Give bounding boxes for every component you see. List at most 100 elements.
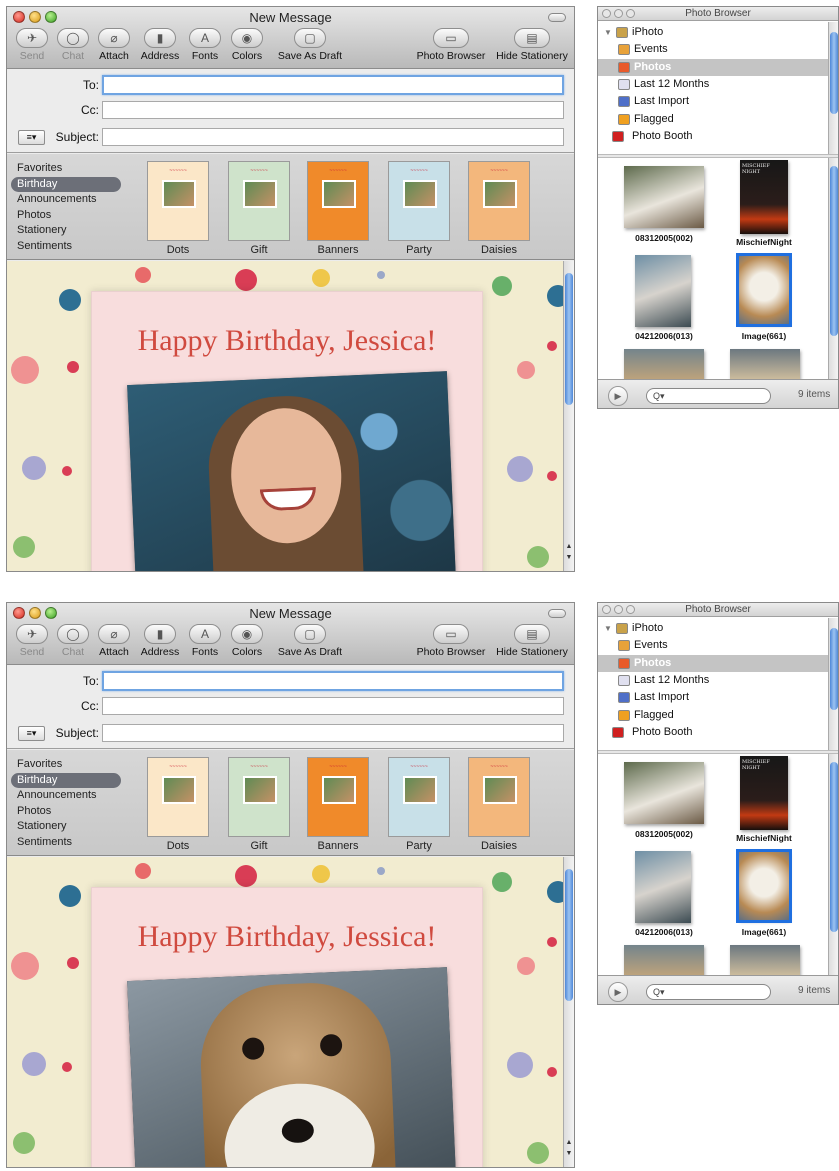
scroll-thumb[interactable]	[565, 869, 573, 1001]
photo-thumbnail[interactable]: MISCHIEF NIGHT	[740, 160, 788, 234]
stationery-template-daisies[interactable]: ~~~~~~	[468, 757, 530, 837]
scroll-thumb[interactable]	[830, 762, 838, 932]
cc-field[interactable]	[102, 697, 564, 715]
scroll-down-icon[interactable]: ▼	[564, 554, 574, 561]
photo-thumbnail[interactable]	[730, 349, 800, 383]
photo-thumbnail[interactable]	[736, 849, 792, 923]
card-photo[interactable]	[127, 967, 457, 1167]
zoom-icon[interactable]	[626, 9, 635, 18]
greeting-text[interactable]: Happy Birthday, Jessica!	[92, 324, 482, 358]
photo-thumbnail[interactable]	[736, 253, 792, 327]
source-item-photos[interactable]: Photos	[598, 654, 829, 672]
source-item-photos[interactable]: Photos	[598, 58, 829, 76]
stationery-category[interactable]: Photos	[11, 208, 121, 224]
toolbar-save-as-draft-button[interactable]: ▢ Save As Draft	[275, 28, 345, 62]
cc-field[interactable]	[102, 101, 564, 119]
title-bar[interactable]: New Message ✈ Send ◯ Chat ⌀ Attach ▮ Add…	[7, 603, 574, 665]
scroll-up-icon[interactable]: ▲	[564, 1139, 574, 1146]
toolbar-photo-browser-button[interactable]: ▭ Photo Browser	[417, 28, 485, 62]
stationery-category[interactable]: Stationery	[11, 223, 121, 239]
source-item-iphoto[interactable]: ▼ iPhoto	[598, 24, 829, 41]
body-scrollbar[interactable]: ▲ ▼	[563, 857, 574, 1167]
toolbar-fonts-button[interactable]: A Fonts	[189, 624, 221, 658]
stationery-category[interactable]: Favorites	[11, 757, 121, 773]
stationery-category[interactable]: Sentiments	[11, 239, 121, 255]
title-bar[interactable]: New Message ✈ Send ◯ Chat ⌀ Attach ▮ Add…	[7, 7, 574, 69]
source-item-photo-booth[interactable]: Photo Booth	[598, 724, 829, 741]
stationery-template-gift[interactable]: ~~~~~~	[228, 161, 290, 241]
source-item-events[interactable]: Events	[598, 41, 829, 58]
stationery-template-party[interactable]: ~~~~~~	[388, 757, 450, 837]
subject-field[interactable]	[102, 128, 564, 146]
source-item-iphoto[interactable]: ▼ iPhoto	[598, 620, 829, 637]
toolbar-address-button[interactable]: ▮ Address	[137, 624, 183, 658]
scroll-up-icon[interactable]: ▲	[564, 543, 574, 550]
toolbar-toggle-button[interactable]	[548, 13, 566, 22]
zoom-icon[interactable]	[626, 605, 635, 614]
stationery-template-daisies[interactable]: ~~~~~~	[468, 161, 530, 241]
stationery-template-gift[interactable]: ~~~~~~	[228, 757, 290, 837]
photo-search-input[interactable]: Q▾	[646, 984, 771, 1000]
play-slideshow-icon[interactable]: ▶	[608, 386, 628, 406]
toolbar-attach-button[interactable]: ⌀ Attach	[97, 28, 131, 62]
source-item-last-import[interactable]: Last Import	[598, 689, 829, 706]
photo-scrollbar[interactable]	[828, 158, 838, 379]
photo-scrollbar[interactable]	[828, 754, 838, 975]
minimize-icon[interactable]	[614, 9, 623, 18]
source-item-events[interactable]: Events	[598, 637, 829, 654]
subject-field[interactable]	[102, 724, 564, 742]
photo-thumbnail[interactable]: MISCHIEF NIGHT	[740, 756, 788, 830]
disclosure-triangle-icon[interactable]: ▼	[604, 24, 612, 41]
toolbar-chat-button[interactable]: ◯ Chat	[57, 28, 89, 62]
photo-thumbnail[interactable]	[624, 945, 704, 979]
account-menu-icon[interactable]: ≡▾	[18, 726, 45, 741]
photo-browser-title-bar[interactable]: Photo Browser	[598, 603, 838, 617]
stationery-template-party[interactable]: ~~~~~~	[388, 161, 450, 241]
source-scrollbar[interactable]	[828, 618, 838, 750]
photo-thumbnail[interactable]	[730, 945, 800, 979]
stationery-category[interactable]: Photos	[11, 804, 121, 820]
stationery-template-dots[interactable]: ~~~~~~	[147, 757, 209, 837]
stationery-template-banners[interactable]: ~~~~~~	[307, 161, 369, 241]
stationery-category[interactable]: Stationery	[11, 819, 121, 835]
minimize-icon[interactable]	[614, 605, 623, 614]
stationery-category[interactable]: Announcements	[11, 192, 121, 208]
scroll-down-icon[interactable]: ▼	[564, 1150, 574, 1157]
scroll-thumb[interactable]	[565, 273, 573, 405]
toolbar-hide-stationery-button[interactable]: ▤ Hide Stationery	[495, 624, 569, 658]
message-body[interactable]: Happy Birthday, Jessica!	[7, 857, 565, 1167]
message-body[interactable]: Happy Birthday, Jessica!	[7, 261, 565, 571]
toolbar-chat-button[interactable]: ◯ Chat	[57, 624, 89, 658]
disclosure-triangle-icon[interactable]: ▼	[604, 620, 612, 637]
stationery-category[interactable]: Birthday	[11, 176, 121, 192]
photo-search-input[interactable]: Q▾	[646, 388, 771, 404]
photo-browser-title-bar[interactable]: Photo Browser	[598, 7, 838, 21]
scroll-thumb[interactable]	[830, 32, 838, 114]
body-scrollbar[interactable]: ▲ ▼	[563, 261, 574, 571]
source-item-last-import[interactable]: Last Import	[598, 93, 829, 110]
card-photo[interactable]	[127, 371, 457, 571]
toolbar-colors-button[interactable]: ◉ Colors	[230, 624, 264, 658]
stationery-category[interactable]: Favorites	[11, 161, 121, 177]
stationery-category[interactable]: Announcements	[11, 788, 121, 804]
to-field[interactable]	[102, 75, 564, 95]
stationery-category[interactable]: Sentiments	[11, 835, 121, 851]
toolbar-photo-browser-button[interactable]: ▭ Photo Browser	[417, 624, 485, 658]
photo-thumbnail[interactable]	[624, 349, 704, 383]
photo-thumbnail[interactable]	[635, 255, 691, 327]
source-item-photo-booth[interactable]: Photo Booth	[598, 128, 829, 145]
toolbar-fonts-button[interactable]: A Fonts	[189, 28, 221, 62]
play-slideshow-icon[interactable]: ▶	[608, 982, 628, 1002]
greeting-text[interactable]: Happy Birthday, Jessica!	[92, 920, 482, 954]
toolbar-address-button[interactable]: ▮ Address	[137, 28, 183, 62]
to-field[interactable]	[102, 671, 564, 691]
photo-thumbnail[interactable]	[635, 851, 691, 923]
scroll-thumb[interactable]	[830, 166, 838, 336]
toolbar-toggle-button[interactable]	[548, 609, 566, 618]
source-scrollbar[interactable]	[828, 22, 838, 154]
account-menu-icon[interactable]: ≡▾	[18, 130, 45, 145]
source-item-last-12-months[interactable]: Last 12 Months	[598, 672, 829, 689]
scroll-thumb[interactable]	[830, 628, 838, 710]
photo-thumbnail[interactable]	[624, 762, 704, 824]
close-icon[interactable]	[602, 9, 611, 18]
